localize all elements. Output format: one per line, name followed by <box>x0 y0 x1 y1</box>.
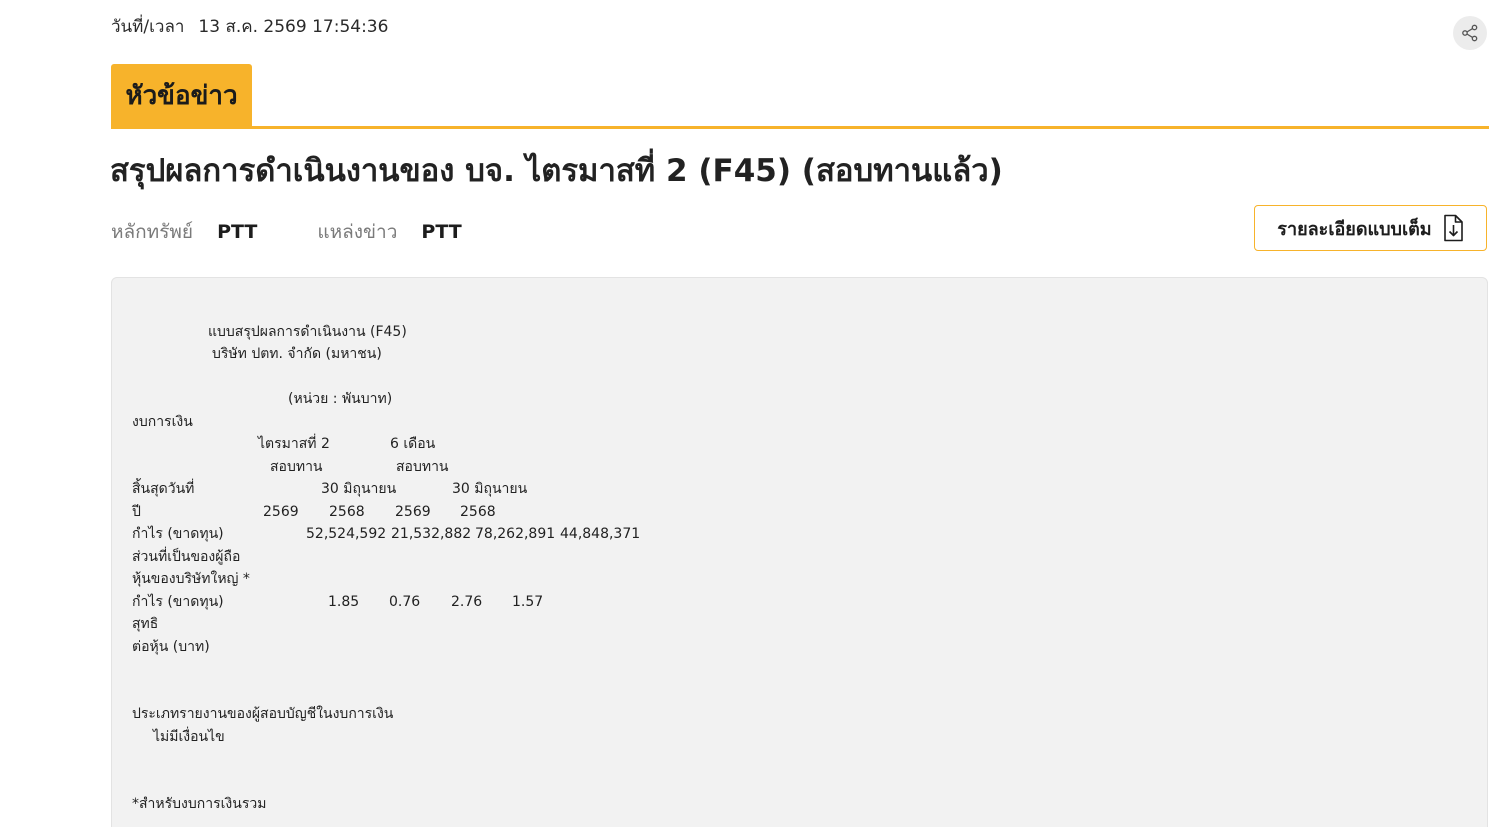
source-label: แหล่งข่าว <box>317 221 398 243</box>
section-tab-headline: หัวข้อข่าว <box>111 64 252 126</box>
report-year-cell: 2569 <box>263 504 299 520</box>
report-eps-value: 2.76 <box>451 594 483 610</box>
report-year-cell: 2569 <box>395 504 431 520</box>
full-detail-button[interactable]: รายละเอียดแบบเต็ม <box>1254 205 1487 251</box>
report-eps-value: 1.57 <box>512 594 544 610</box>
report-audit-q2: สอบทาน <box>270 459 323 475</box>
report-period-end-6m: 30 มิถุนายน <box>452 481 528 497</box>
report-profit-value: 44,848,371 <box>560 526 641 542</box>
report-year-cell: 2568 <box>329 504 365 520</box>
report-form-title: แบบสรุปผลการดำเนินงาน (F45) <box>208 324 407 340</box>
report-profit-label: กำไร (ขาดทุน) <box>132 526 224 542</box>
report-period-q2: ไตรมาสที่ 2 <box>258 436 330 452</box>
share-icon <box>1462 24 1478 42</box>
report-profit-sub1: ส่วนที่เป็นของผู้ถือ <box>132 549 241 565</box>
full-detail-button-label: รายละเอียดแบบเต็ม <box>1277 218 1432 240</box>
meta-row: หลักทรัพย์ PTT แหล่งข่าว PTT <box>111 218 462 246</box>
report-auditor-value: ไม่มีเงื่อนไข <box>153 729 225 745</box>
news-detail-page: วันที่/เวลา 13 ส.ค. 2569 17:54:36 หัวข้อ… <box>0 0 1497 827</box>
report-profit-value: 78,262,891 <box>475 526 556 542</box>
report-statement-label: งบการเงิน <box>132 414 193 430</box>
report-year-cell: 2568 <box>460 504 496 520</box>
report-company: บริษัท ปตท. จำกัด (มหาชน) <box>212 346 382 362</box>
security-label: หลักทรัพย์ <box>111 221 194 243</box>
report-period-end-label: สิ้นสุดวันที่ <box>132 481 195 497</box>
report-eps-label: กำไร (ขาดทุน) <box>132 594 224 610</box>
share-button[interactable] <box>1453 16 1487 50</box>
datetime-label: วันที่/เวลา <box>111 17 185 37</box>
report-eps-sub2: ต่อหุ้น (บาท) <box>132 639 210 655</box>
report-eps-value: 1.85 <box>328 594 360 610</box>
report-audit-6m: สอบทาน <box>396 459 449 475</box>
report-content-box: แบบสรุปผลการดำเนินงาน (F45) บริษัท ปตท. … <box>111 277 1488 827</box>
source-value: PTT <box>421 221 462 243</box>
report-unit: (หน่วย : พันบาท) <box>288 391 393 407</box>
report-footnote: *สำหรับงบการเงินรวม <box>132 796 267 812</box>
datetime-value: 13 ส.ค. 2569 17:54:36 <box>198 17 389 37</box>
document-download-icon <box>1443 214 1463 242</box>
report-eps-sub1: สุทธิ <box>132 616 159 632</box>
report-year-label: ปี <box>132 504 141 520</box>
report-eps-value: 0.76 <box>389 594 421 610</box>
security-value: PTT <box>217 221 258 243</box>
report-profit-value: 52,524,592 <box>306 526 387 542</box>
datetime-row: วันที่/เวลา 13 ส.ค. 2569 17:54:36 <box>111 16 388 38</box>
report-period-6m: 6 เดือน <box>390 436 436 452</box>
report-profit-sub2: หุ้นของบริษัทใหญ่ * <box>132 571 250 587</box>
report-auditor-label: ประเภทรายงานของผู้สอบบัญชีในงบการเงิน <box>132 706 394 722</box>
report-profit-value: 21,532,882 <box>391 526 472 542</box>
page-title: สรุปผลการดำเนินงานของ บจ. ไตรมาสที่ 2 (F… <box>110 153 1003 189</box>
report-period-end-q2: 30 มิถุนายน <box>321 481 397 497</box>
section-tab-bar: หัวข้อข่าว <box>111 64 1489 129</box>
